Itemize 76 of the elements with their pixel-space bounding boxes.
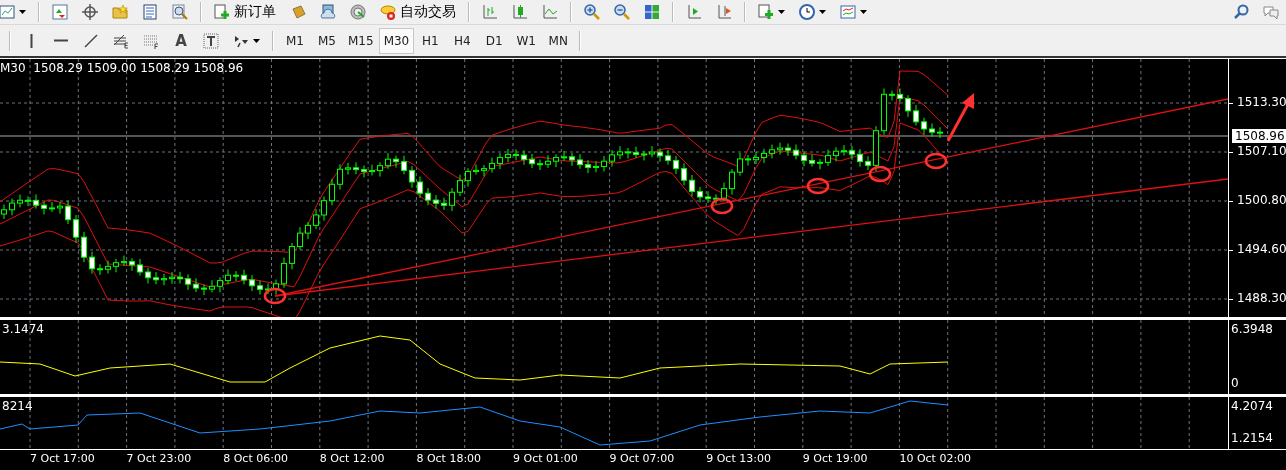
bucket-icon: [290, 4, 306, 20]
stop-badge-icon: [380, 4, 396, 20]
chart-shift-icon: [686, 4, 702, 20]
timeframe-button[interactable]: M5: [311, 27, 343, 54]
highlight-circle: [868, 165, 892, 183]
zoom-in-icon: [584, 4, 600, 20]
caret-icon: [778, 10, 785, 14]
timeframe-button[interactable]: M1: [279, 27, 311, 54]
clock-icon: [799, 4, 815, 20]
timeframe-button[interactable]: H1: [414, 27, 447, 54]
time-label: 7 Oct 17:00: [30, 452, 95, 465]
caret-icon: [860, 10, 867, 14]
dotted-lines-icon: [143, 32, 159, 49]
add-indicator-icon: [758, 4, 774, 20]
time-label: 9 Oct 01:00: [513, 452, 578, 465]
timeframe-button[interactable]: W1: [510, 27, 543, 54]
indicator-value: 3.1474: [2, 322, 44, 336]
caret-icon: [253, 38, 260, 43]
bar-chart-icon: [482, 4, 498, 20]
signal-icon: [350, 4, 366, 20]
time-label: 8 Oct 12:00: [319, 452, 385, 465]
timeframe-button[interactable]: H4: [446, 27, 479, 54]
folder-star-icon: [112, 4, 128, 20]
chart-icon: [0, 4, 15, 20]
text-tool-button[interactable]: A: [168, 29, 194, 52]
highlight-circle: [924, 152, 948, 170]
caret-icon: [19, 10, 26, 14]
time-label: 9 Oct 13:00: [706, 452, 771, 465]
timeframe-button[interactable]: M15: [343, 27, 379, 54]
tile-windows-icon: [644, 4, 660, 20]
indicator-value: 8214: [2, 399, 33, 413]
auto-trading-button[interactable]: 自动交易: [375, 1, 461, 23]
price-label: 1494.60: [1237, 242, 1286, 256]
trend-line-icon: [83, 32, 99, 49]
price-label: 1488.30: [1237, 291, 1286, 305]
fibonacci-icon: [113, 32, 129, 49]
line-chart-icon: [542, 4, 558, 20]
indicator-scale-label: 6.3948: [1231, 322, 1273, 336]
time-label: 10 Oct 02:00: [899, 452, 972, 465]
price-label: 1507.10: [1237, 144, 1286, 158]
annotation-arrow: [946, 93, 974, 142]
zoom-out-icon: [614, 4, 630, 20]
price-label: 1513.30: [1237, 95, 1286, 109]
price-label: 1500.80: [1237, 193, 1286, 207]
indicator-scale-label: 4.2074: [1231, 399, 1273, 413]
indicator-scale-label: 1.2154: [1231, 431, 1273, 445]
plus-document-icon: [214, 4, 230, 20]
chart-arrows-icon: [52, 4, 68, 20]
template-icon: [840, 4, 856, 20]
horizontal-line-icon: [54, 39, 68, 42]
text-label-icon: [203, 32, 219, 49]
time-label: 9 Oct 19:00: [802, 452, 868, 465]
timeframe-button[interactable]: M30: [378, 27, 415, 54]
crosshair-icon: [82, 4, 98, 20]
highlight-circle: [806, 177, 830, 195]
magnifier-document-icon: [172, 4, 188, 20]
time-label: 8 Oct 06:00: [223, 452, 288, 465]
time-label: 8 Oct 18:00: [416, 452, 482, 465]
cloud-icon: [320, 4, 336, 20]
time-label: 7 Oct 23:00: [126, 452, 192, 465]
list-document-icon: [142, 4, 158, 20]
search-icon: [1233, 4, 1249, 20]
timeframe-button[interactable]: D1: [478, 27, 511, 54]
chart-header: M30 1508.29 1509.00 1508.29 1508.96: [0, 61, 244, 75]
current-price-label: 1508.96: [1232, 129, 1286, 143]
new-order-button[interactable]: 新订单: [209, 1, 281, 23]
candlestick-icon: [512, 4, 528, 20]
auto-scroll-icon: [716, 4, 732, 20]
timeframe-button[interactable]: MN: [542, 27, 575, 54]
time-label: 9 Oct 07:00: [609, 452, 675, 465]
caret-icon: [819, 10, 826, 14]
chat-icon: [1263, 4, 1279, 20]
highlight-circle: [263, 287, 287, 305]
vertical-line-icon: [29, 33, 33, 48]
highlight-circle: [710, 197, 734, 215]
indicator-scale-label: 0: [1231, 376, 1239, 390]
